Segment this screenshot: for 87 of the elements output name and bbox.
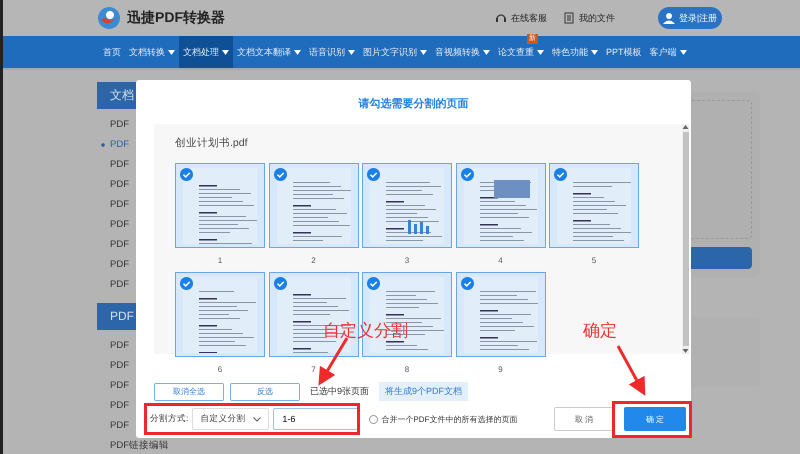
sidebar-item[interactable]: PDF (110, 396, 129, 416)
select-button[interactable]: 反选 (230, 382, 300, 400)
nav-item[interactable]: 文档转换 (125, 36, 179, 68)
caret-icon (483, 50, 490, 54)
sidebar-item[interactable]: PDF (110, 416, 129, 436)
caret-icon (680, 50, 687, 54)
split-mode-select[interactable]: 自定义分割 (192, 408, 270, 430)
hint-tag: 将生成9个PDF文档 (379, 382, 468, 401)
nav-item[interactable]: 音视频转换 (431, 36, 494, 68)
checkmark-icon (460, 277, 474, 290)
sidebar-item[interactable]: PDF (110, 175, 129, 195)
page-thumbnail[interactable] (268, 163, 358, 248)
sidebar-item[interactable]: PDF (110, 235, 129, 255)
nav-item[interactable]: 语音识别 (305, 36, 359, 68)
sidebar-item[interactable]: PDF (110, 275, 129, 295)
nav-item[interactable]: PPT模板 (602, 36, 646, 68)
page-number: 6 (218, 365, 222, 374)
document-icon (563, 12, 575, 24)
checkmark-icon (367, 277, 380, 290)
page-thumbnail[interactable] (268, 272, 358, 357)
caret-icon (222, 50, 229, 54)
checkmark-icon (274, 277, 286, 290)
page-number: 2 (311, 256, 316, 265)
nav-item[interactable]: 文档文本翻译 (233, 36, 305, 68)
range-input[interactable]: 1-6 (273, 408, 360, 430)
nav-item[interactable]: 文档处理 (179, 36, 233, 68)
page-thumbnail[interactable] (456, 163, 546, 248)
caret-icon (420, 50, 427, 54)
logo-text: 迅捷PDF转换器 (127, 9, 225, 27)
page-number: 8 (404, 365, 410, 374)
sidebar-item[interactable]: PDF (110, 376, 129, 396)
header-link[interactable]: 在线客服 (495, 12, 547, 24)
upload-button[interactable] (688, 247, 752, 269)
page-thumbnail[interactable] (175, 163, 265, 248)
nav-item[interactable]: 特色功能 (548, 36, 602, 68)
nav-item[interactable]: 客户端 (646, 36, 691, 68)
sidebar-item[interactable]: PDF (110, 115, 129, 135)
select-button[interactable]: 取消全选 (154, 382, 224, 400)
nav-item[interactable]: 图片文字识别 (359, 36, 431, 68)
page-thumbnail[interactable] (549, 163, 639, 248)
checkmark-icon (554, 168, 567, 181)
selected-count: 已选中9张页面 (310, 385, 370, 398)
nav-item[interactable]: 首页 (99, 36, 125, 68)
headset-icon (495, 12, 507, 24)
sidebar-item[interactable]: PDF (110, 255, 129, 275)
scroll-up-icon[interactable] (682, 124, 689, 130)
page-thumbnail[interactable] (175, 272, 265, 357)
radio-button[interactable] (369, 414, 378, 424)
page-thumbnail[interactable] (362, 163, 452, 248)
annotation-text: 确定 (583, 320, 617, 342)
caret-icon (591, 50, 598, 54)
caret-icon (348, 50, 355, 54)
page-number: 7 (311, 365, 316, 374)
file-name: 创业计划书.pdf (175, 136, 248, 150)
sidebar-item[interactable]: PDF (110, 155, 129, 175)
header-link[interactable]: 我的文件 (563, 12, 615, 24)
scroll-down-icon[interactable] (682, 348, 689, 354)
checkmark-icon (180, 168, 193, 181)
caret-icon (294, 50, 301, 54)
chevron-down-icon (253, 416, 262, 422)
user-icon (662, 12, 675, 24)
caret-icon (537, 50, 544, 54)
page-number: 1 (218, 256, 222, 265)
sidebar-item[interactable]: PDF链接编辑 (110, 436, 169, 454)
split-label: 分割方式: (150, 413, 188, 425)
cancel-button[interactable]: 取 消 (554, 407, 614, 431)
page-number: 9 (498, 365, 503, 374)
merge-option[interactable]: 合并一个PDF文件中的所有选择的页面 (369, 414, 518, 424)
sidebar-item[interactable]: PDF (110, 356, 129, 376)
page-number: 3 (404, 256, 410, 265)
checkmark-icon (274, 168, 286, 181)
checkmark-icon (367, 168, 380, 181)
logo-icon (97, 6, 121, 30)
checkmark-icon (180, 277, 193, 290)
sidebar-item[interactable]: PDF (110, 215, 129, 235)
confirm-button[interactable]: 确 定 (624, 407, 686, 431)
dialog-title: 请勾选需要分割的页面 (358, 96, 468, 112)
page-number: 5 (592, 256, 596, 265)
sidebar-item[interactable]: PDF (110, 336, 129, 356)
scrollbar[interactable] (682, 124, 689, 354)
page-number: 4 (498, 256, 503, 265)
page-thumbnail[interactable] (456, 272, 546, 357)
caret-icon (168, 50, 175, 54)
checkmark-icon (460, 168, 474, 181)
scrollbar-thumb[interactable] (682, 132, 688, 346)
login-button[interactable]: 登录|注册 (658, 7, 722, 29)
sidebar-item[interactable]: PDF (110, 195, 129, 215)
